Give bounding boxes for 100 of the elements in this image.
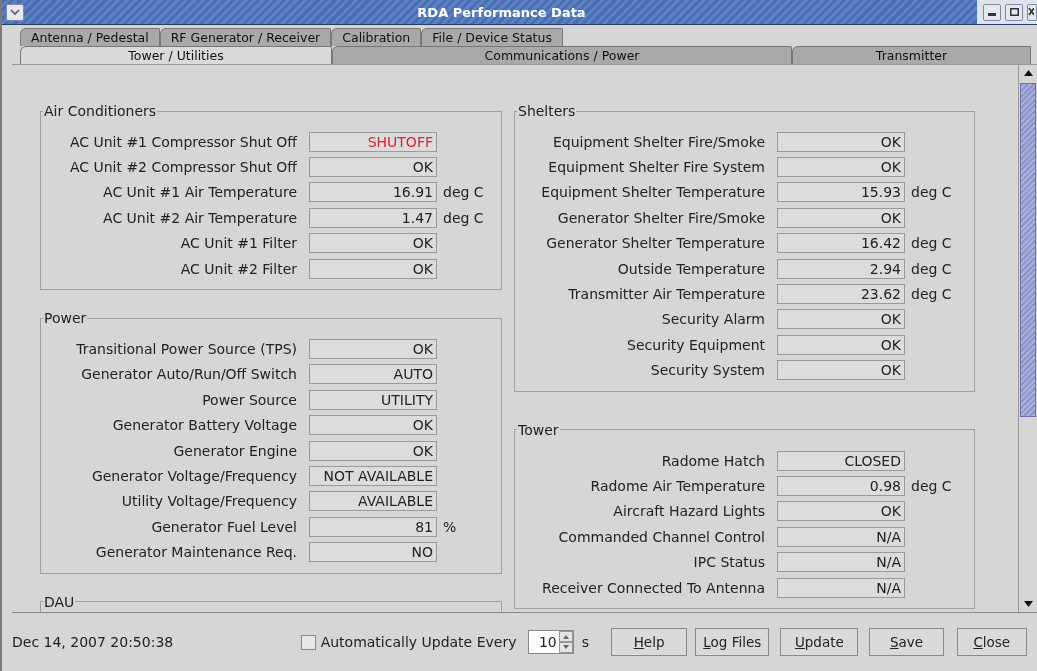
- value-field: OK: [777, 360, 905, 381]
- field-label: Generator Fuel Level: [150, 518, 298, 535]
- maximize-icon: [1009, 8, 1019, 16]
- maximize-button[interactable]: [1005, 3, 1023, 21]
- field-label: Radome Air Temperature: [589, 478, 766, 494]
- field-label: Generator Battery Voltage: [111, 417, 298, 434]
- field-label: Power Source: [201, 391, 298, 408]
- field-label: AC Unit #2 Air Temperature: [102, 209, 298, 226]
- field-label: Equipment Shelter Fire/Smoke: [551, 133, 766, 150]
- field-label: Aircraft Hazard Lights: [612, 503, 766, 520]
- tab[interactable]: RF Generator / Receiver: [159, 28, 332, 46]
- value-field: OK: [309, 258, 437, 279]
- group-title: Power: [43, 310, 88, 327]
- value-field: NO: [309, 542, 437, 563]
- unit-label: s: [581, 634, 590, 650]
- field-label: Generator Auto/Run/Off Switch: [80, 366, 298, 383]
- value-field: N/A: [777, 552, 905, 573]
- value-field: SHUTOFF: [309, 131, 437, 152]
- value-field: 16.91: [309, 182, 437, 203]
- unit-label: deg C: [910, 260, 952, 277]
- unit-label: deg C: [442, 184, 484, 201]
- value-field: 23.62: [777, 284, 905, 305]
- field-label: Generator Engine: [172, 442, 298, 459]
- close-button[interactable]: [1027, 3, 1037, 21]
- value-field: N/A: [777, 526, 905, 547]
- spinner-field[interactable]: 10: [528, 630, 574, 654]
- scroll-bar[interactable]: [1018, 65, 1037, 612]
- value-field: OK: [309, 339, 437, 360]
- value-field: N/A: [777, 577, 905, 598]
- action-button[interactable]: Close: [956, 628, 1027, 656]
- field-label: AC Unit #1 Compressor Shut Off: [68, 133, 299, 150]
- value-field: CLOSED: [777, 450, 905, 471]
- scroll-down-icon: [1023, 601, 1033, 607]
- field-label: IPC Status: [692, 554, 766, 571]
- field-label: Radome Hatch: [660, 452, 766, 469]
- tab[interactable]: Transmitter: [792, 46, 1031, 64]
- timestamp: Dec 14, 2007 20:50:38: [12, 634, 175, 650]
- value-field: AVAILABLE: [309, 491, 437, 512]
- unit-label: deg C: [910, 184, 952, 201]
- tab[interactable]: Communications / Power: [332, 46, 792, 64]
- scroll-thumb[interactable]: [1020, 83, 1036, 417]
- close-icon: [1028, 8, 1034, 16]
- field-label: Security System: [649, 362, 766, 379]
- field-label: Transitional Power Source (TPS): [75, 341, 298, 358]
- field-label: Generator Voltage/Frequency: [90, 468, 298, 484]
- action-button[interactable]: Log Files: [695, 628, 770, 656]
- field-label: Generator Maintenance Req.: [94, 544, 298, 561]
- field-label: Transmitter Air Temperature: [567, 286, 766, 303]
- field-label: AC Unit #2 Compressor Shut Off: [68, 159, 299, 176]
- field-label: Receiver Connected To Antenna: [541, 579, 766, 596]
- value-field: OK: [309, 415, 437, 436]
- group-title: Shelters: [517, 103, 577, 119]
- value-field: 16.42: [777, 233, 905, 254]
- value-field: OK: [777, 157, 905, 178]
- value-field: 81: [309, 516, 437, 537]
- field-label: AC Unit #1 Filter: [179, 235, 298, 252]
- checkbox-label: Automatically Update Every: [320, 634, 517, 650]
- field-label: AC Unit #1 Air Temperature: [102, 184, 298, 201]
- group-title: DAU: [43, 593, 76, 610]
- field-label: Equipment Shelter Temperature: [540, 184, 766, 201]
- minimize-button[interactable]: [983, 3, 1001, 21]
- value-field: OK: [309, 157, 437, 178]
- action-button[interactable]: Save: [869, 628, 944, 656]
- field-label: Generator Shelter Fire/Smoke: [556, 209, 766, 226]
- field-label: Outside Temperature: [616, 260, 766, 277]
- value-field: OK: [777, 131, 905, 152]
- tab[interactable]: Tower / Utilities: [20, 46, 332, 64]
- action-button[interactable]: Update: [780, 628, 859, 656]
- checkbox[interactable]: [300, 634, 316, 650]
- tab[interactable]: File / Device Status: [421, 28, 563, 46]
- value-field: 15.93: [777, 182, 905, 203]
- scroll-up-icon: [1023, 70, 1033, 76]
- value-field: 0.98: [777, 476, 905, 496]
- field-label: Utility Voltage/Frequency: [120, 493, 298, 510]
- field-label: Generator Shelter Temperature: [545, 235, 766, 252]
- group-title: Air Conditioners: [43, 103, 158, 119]
- field-label: AC Unit #2 Filter: [179, 260, 298, 277]
- unit-label: %: [442, 518, 457, 535]
- tab[interactable]: Antenna / Pedestal: [20, 28, 160, 46]
- value-field: OK: [309, 233, 437, 254]
- field-label: Security Alarm: [660, 311, 766, 328]
- field-label: Commanded Channel Control: [557, 528, 766, 545]
- window-title: RDA Performance Data: [416, 4, 587, 20]
- value-field: OK: [777, 309, 905, 330]
- value-field: AUTO: [309, 364, 437, 385]
- unit-label: deg C: [910, 286, 952, 303]
- value-field: 1.47: [309, 207, 437, 228]
- group-title: Tower: [517, 421, 560, 438]
- value-field: OK: [777, 501, 905, 522]
- tab[interactable]: Calibration: [331, 28, 422, 46]
- action-button[interactable]: Help: [611, 628, 688, 656]
- window-menu-button[interactable]: [6, 3, 24, 21]
- value-field: OK: [777, 207, 905, 228]
- value-field: OK: [309, 440, 437, 461]
- value-field: OK: [777, 334, 905, 355]
- value-field: NOT AVAILABLE: [309, 466, 437, 486]
- chevron-down-icon: [10, 9, 20, 15]
- field-label: Equipment Shelter Fire System: [547, 159, 766, 176]
- field-label: Security Equipment: [626, 336, 766, 353]
- value-field: UTILITY: [309, 389, 437, 410]
